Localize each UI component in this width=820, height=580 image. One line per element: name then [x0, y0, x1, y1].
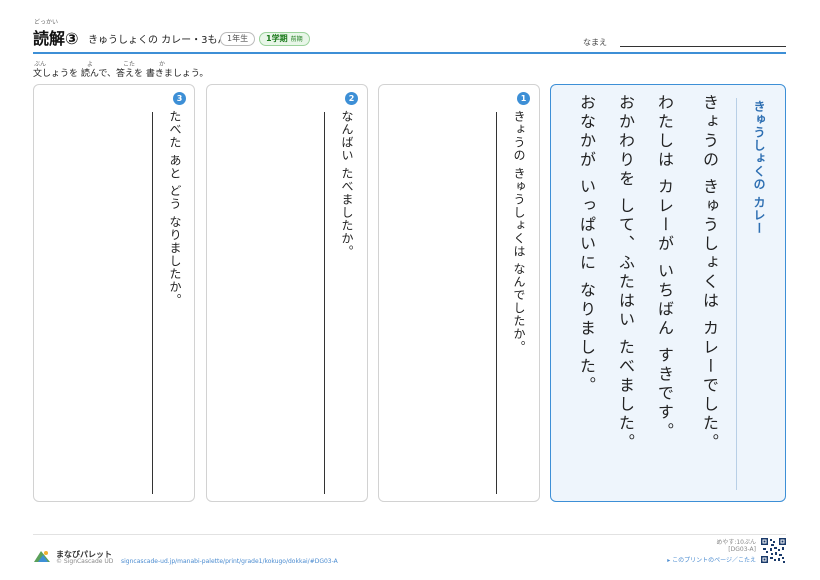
- print-code: [DG03-A]: [728, 546, 756, 553]
- copyright: © SignCascade UD: [56, 558, 114, 565]
- question-number-1: 1: [517, 92, 530, 105]
- time-estimate: めやす:10ぷん: [716, 539, 756, 546]
- qr-code-icon[interactable]: [761, 538, 786, 563]
- story-line-4: おなかが いっぱいに なりました。: [577, 94, 596, 396]
- story-line-2: わたしは カレーが いちばん すきです。: [655, 94, 674, 442]
- story-line-3: おかわりを して、ふたはい たべました。: [616, 94, 635, 453]
- question-text-1: きょうの きゅうしょくは なんでしたか。: [512, 110, 526, 354]
- question-text-2: なんばい たべましたか。: [340, 110, 354, 258]
- print-url-link[interactable]: signcascade-ud.jp/manabi-palette/print/g…: [121, 558, 338, 565]
- story-line-1: きょうの きゅうしょくは カレーでした。: [700, 94, 719, 453]
- palette-logo-icon: [34, 551, 50, 562]
- answer-line-2[interactable]: [324, 112, 325, 494]
- term-badge-label: 1学期: [266, 34, 288, 43]
- answer-page-link[interactable]: ▸ このプリントのページ／こたえ: [667, 555, 756, 564]
- question-text-3: たべた あと どう なりましたか。: [168, 110, 182, 307]
- page-subtitle: きゅうしょくの カレー・3もん: [88, 35, 228, 46]
- question-number-2: 2: [345, 92, 358, 105]
- story-title: きゅうしょくの カレー: [752, 100, 766, 236]
- answer-line-1[interactable]: [496, 112, 497, 494]
- instruction-text: 文しょうを 読んで、答えを 書きましょう。: [33, 69, 209, 79]
- footer-divider: [33, 534, 786, 535]
- story-divider: [736, 98, 737, 490]
- name-field[interactable]: [620, 46, 786, 47]
- page-title: 読解③: [33, 29, 79, 48]
- header-divider: [33, 52, 786, 54]
- term-badge-sub: 前期: [290, 36, 303, 43]
- question-number-3: 3: [173, 92, 186, 105]
- name-label: なまえ: [583, 38, 607, 47]
- grade-badge: 1年生: [220, 32, 256, 46]
- term-badge: 1学期 前期: [259, 32, 310, 46]
- answer-line-3[interactable]: [152, 112, 153, 494]
